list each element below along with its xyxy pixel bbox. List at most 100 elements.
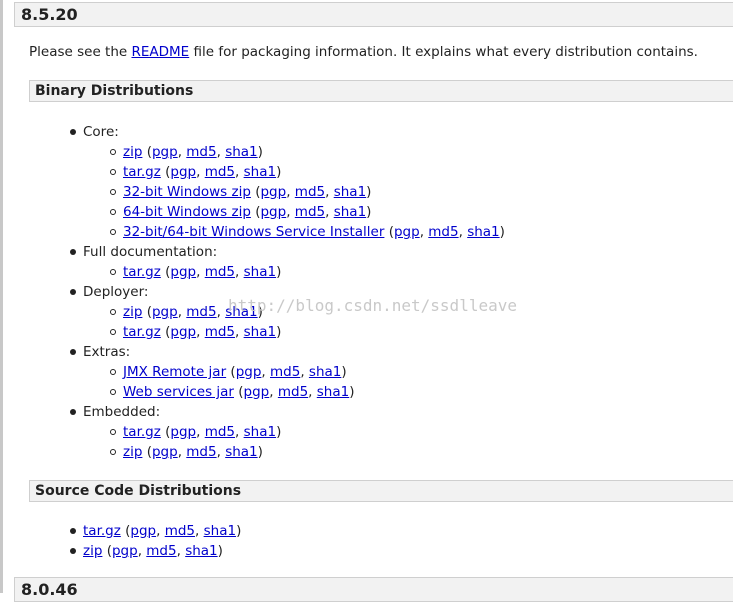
- punct: ): [217, 543, 223, 559]
- download-link[interactable]: tar.gz: [123, 324, 161, 340]
- watermark-text: http://blog.csdn.net/ssdlleave: [228, 296, 517, 315]
- pgp-link[interactable]: pgp: [152, 144, 178, 160]
- download-link[interactable]: zip: [123, 304, 142, 320]
- pgp-link[interactable]: pgp: [170, 424, 196, 440]
- md5-link[interactable]: md5: [165, 523, 195, 539]
- punct: (: [226, 364, 236, 380]
- md5-link[interactable]: md5: [186, 444, 216, 460]
- md5-link[interactable]: md5: [428, 224, 458, 240]
- md5-link[interactable]: md5: [295, 184, 325, 200]
- download-link[interactable]: Web services jar: [123, 384, 234, 400]
- md5-link[interactable]: md5: [186, 304, 216, 320]
- download-link[interactable]: 32-bit/64-bit Windows Service Installer: [123, 224, 384, 240]
- core-targz-item: tar.gz (pgp, md5, sha1): [123, 162, 281, 182]
- pgp-link[interactable]: pgp: [260, 204, 286, 220]
- punct: ): [276, 424, 282, 440]
- group-embedded: Embedded:: [83, 402, 160, 422]
- md5-link[interactable]: md5: [205, 264, 235, 280]
- pgp-link[interactable]: pgp: [152, 444, 178, 460]
- intro-text-before: Please see the: [29, 44, 132, 60]
- pgp-link[interactable]: pgp: [170, 264, 196, 280]
- md5-link[interactable]: md5: [270, 364, 300, 380]
- download-link[interactable]: zip: [123, 144, 142, 160]
- group-deployer: Deployer:: [83, 282, 148, 302]
- pgp-link[interactable]: pgp: [170, 164, 196, 180]
- group-label: Core:: [83, 124, 119, 140]
- sha1-link[interactable]: sha1: [225, 144, 257, 160]
- punct: ,: [235, 324, 244, 340]
- embedded-zip-item: zip (pgp, md5, sha1): [123, 442, 263, 462]
- group-core: Core:: [83, 122, 119, 142]
- punct: ,: [216, 304, 226, 320]
- pgp-link[interactable]: pgp: [170, 324, 196, 340]
- download-link[interactable]: 64-bit Windows zip: [123, 204, 251, 220]
- md5-link[interactable]: md5: [205, 324, 235, 340]
- bullet-circle: [110, 189, 116, 195]
- sha1-link[interactable]: sha1: [317, 384, 349, 400]
- source-zip-item: zip (pgp, md5, sha1): [83, 541, 223, 561]
- bullet-circle: [110, 269, 116, 275]
- bullet-circle: [110, 169, 116, 175]
- download-link[interactable]: tar.gz: [123, 264, 161, 280]
- sha1-link[interactable]: sha1: [309, 364, 341, 380]
- punct: ,: [286, 204, 295, 220]
- sha1-link[interactable]: sha1: [244, 424, 276, 440]
- sha1-link[interactable]: sha1: [225, 304, 257, 320]
- pgp-link[interactable]: pgp: [260, 184, 286, 200]
- pgp-link[interactable]: pgp: [152, 304, 178, 320]
- deployer-targz-item: tar.gz (pgp, md5, sha1): [123, 322, 281, 342]
- download-link[interactable]: zip: [83, 543, 102, 559]
- release-heading-8-5-20: 8.5.20: [14, 2, 733, 27]
- punct: (: [160, 324, 171, 340]
- punct: (: [142, 444, 152, 460]
- pgp-link[interactable]: pgp: [244, 384, 270, 400]
- pgp-link[interactable]: pgp: [112, 543, 138, 559]
- md5-link[interactable]: md5: [278, 384, 308, 400]
- bullet-circle: [110, 309, 116, 315]
- punct: (: [384, 224, 394, 240]
- punct: ,: [137, 543, 147, 559]
- sha1-link[interactable]: sha1: [467, 224, 499, 240]
- bullet-circle: [110, 389, 116, 395]
- sha1-link[interactable]: sha1: [225, 444, 257, 460]
- readme-link[interactable]: README: [131, 44, 189, 60]
- md5-link[interactable]: md5: [186, 144, 216, 160]
- sha1-link[interactable]: sha1: [185, 543, 217, 559]
- punct: ,: [216, 144, 226, 160]
- punct: ,: [269, 384, 278, 400]
- sha1-link[interactable]: sha1: [244, 264, 276, 280]
- pgp-link[interactable]: pgp: [394, 224, 420, 240]
- extras-ws-item: Web services jar (pgp, md5, sha1): [123, 382, 355, 402]
- core-zip-item: zip (pgp, md5, sha1): [123, 142, 263, 162]
- bullet-disc: [70, 548, 76, 554]
- bullet-disc: [70, 289, 76, 295]
- bullet-circle: [110, 209, 116, 215]
- sha1-link[interactable]: sha1: [204, 523, 236, 539]
- punct: ,: [235, 424, 244, 440]
- download-link[interactable]: tar.gz: [83, 523, 121, 539]
- punct: ,: [300, 364, 309, 380]
- sha1-link[interactable]: sha1: [334, 204, 366, 220]
- punct: ,: [261, 364, 270, 380]
- download-link[interactable]: 32-bit Windows zip: [123, 184, 251, 200]
- extras-jmx-item: JMX Remote jar (pgp, md5, sha1): [123, 362, 347, 382]
- sha1-link[interactable]: sha1: [244, 324, 276, 340]
- group-label: Embedded:: [83, 404, 161, 420]
- download-link[interactable]: tar.gz: [123, 164, 161, 180]
- download-link[interactable]: zip: [123, 444, 142, 460]
- download-link[interactable]: tar.gz: [123, 424, 161, 440]
- sha1-link[interactable]: sha1: [334, 184, 366, 200]
- binary-distributions-heading: Binary Distributions: [29, 80, 733, 102]
- bullet-disc: [70, 349, 76, 355]
- punct: ): [366, 204, 372, 220]
- punct: ,: [419, 224, 429, 240]
- md5-link[interactable]: md5: [295, 204, 325, 220]
- md5-link[interactable]: md5: [205, 164, 235, 180]
- md5-link[interactable]: md5: [146, 543, 176, 559]
- md5-link[interactable]: md5: [205, 424, 235, 440]
- pgp-link[interactable]: pgp: [236, 364, 262, 380]
- punct: ): [349, 384, 355, 400]
- pgp-link[interactable]: pgp: [130, 523, 156, 539]
- sha1-link[interactable]: sha1: [244, 164, 276, 180]
- download-link[interactable]: JMX Remote jar: [123, 364, 226, 380]
